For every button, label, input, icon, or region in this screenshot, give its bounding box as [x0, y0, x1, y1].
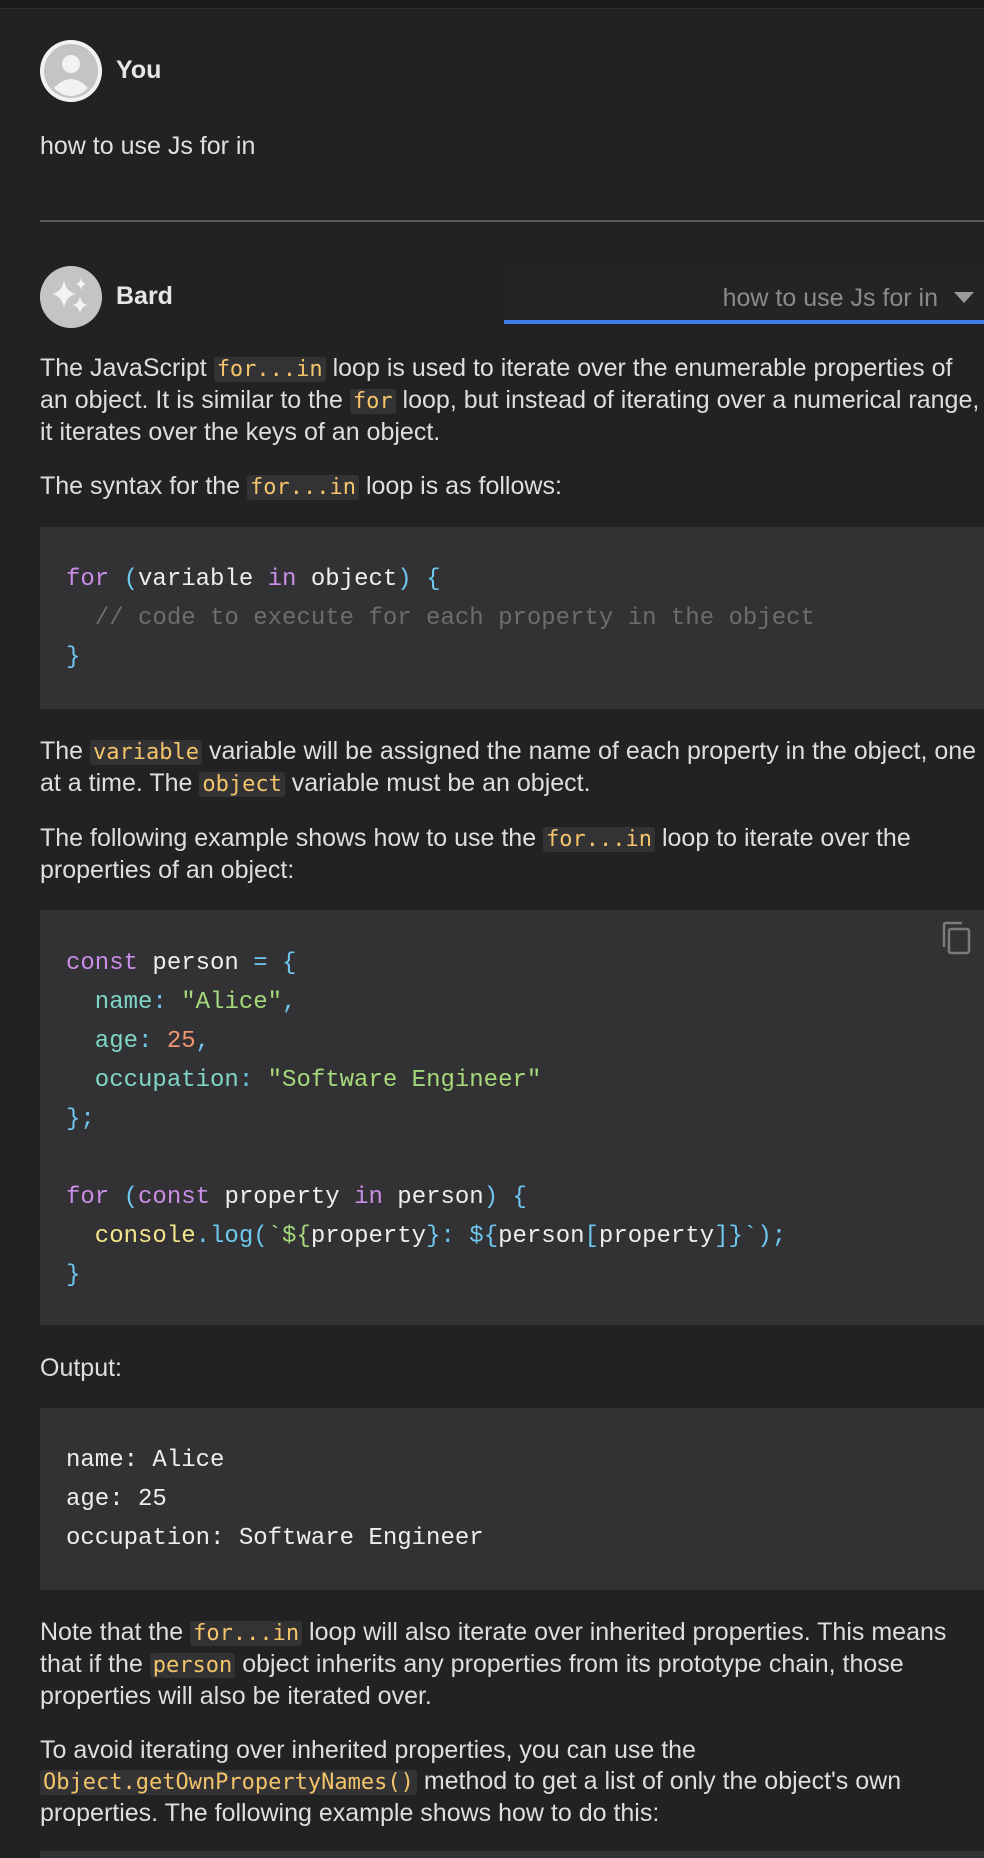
divider — [40, 220, 984, 222]
user-avatar-icon — [40, 40, 102, 102]
code-block: for (variable in object) { // code to ex… — [40, 527, 984, 709]
response-paragraph: The JavaScript for...in loop is used to … — [40, 354, 980, 446]
inline-code: for...in — [543, 827, 656, 852]
inline-code: variable — [90, 740, 202, 765]
inline-code: for — [349, 389, 396, 414]
draft-selector-label: how to use Js for in — [722, 284, 938, 312]
response-paragraph: The syntax for the for...in loop is as f… — [40, 472, 562, 500]
user-message: how to use Js for in — [40, 132, 256, 160]
inline-code: for...in — [190, 1621, 303, 1646]
output-label: Output: — [40, 1354, 122, 1382]
inline-code: Object.getOwnPropertyNames() — [40, 1770, 417, 1795]
code-content: name: Alice age: 25 occupation: Software… — [66, 1447, 484, 1552]
assistant-name: Bard — [116, 282, 173, 310]
draft-selector[interactable]: how to use Js for in — [504, 270, 984, 324]
response-paragraph: To avoid iterating over inherited proper… — [40, 1736, 902, 1827]
bard-header: Bard — [40, 266, 173, 328]
response-paragraph: The variable variable will be assigned t… — [40, 737, 977, 797]
code-block: name: Alice age: 25 occupation: Software… — [40, 1408, 984, 1590]
sparkle-icon — [40, 266, 102, 328]
user-header: You — [40, 40, 161, 102]
code-content: for (variable in object) { // code to ex… — [66, 566, 815, 671]
response-paragraph: Note that the for...in loop will also it… — [40, 1618, 947, 1710]
copy-icon[interactable] — [940, 920, 972, 956]
inline-code: object — [199, 772, 285, 797]
inline-code: for...in — [213, 357, 326, 382]
top-bar — [0, 0, 984, 9]
code-content: const person = { name: "Alice", age: 25,… — [66, 950, 787, 1289]
code-block — [40, 1851, 984, 1858]
user-name: You — [116, 56, 162, 84]
chevron-down-icon — [954, 292, 974, 303]
inline-code: for...in — [247, 475, 360, 500]
code-block: const person = { name: "Alice", age: 25,… — [40, 910, 984, 1325]
response-paragraph: The following example shows how to use t… — [40, 824, 911, 884]
inline-code: person — [149, 1653, 236, 1678]
